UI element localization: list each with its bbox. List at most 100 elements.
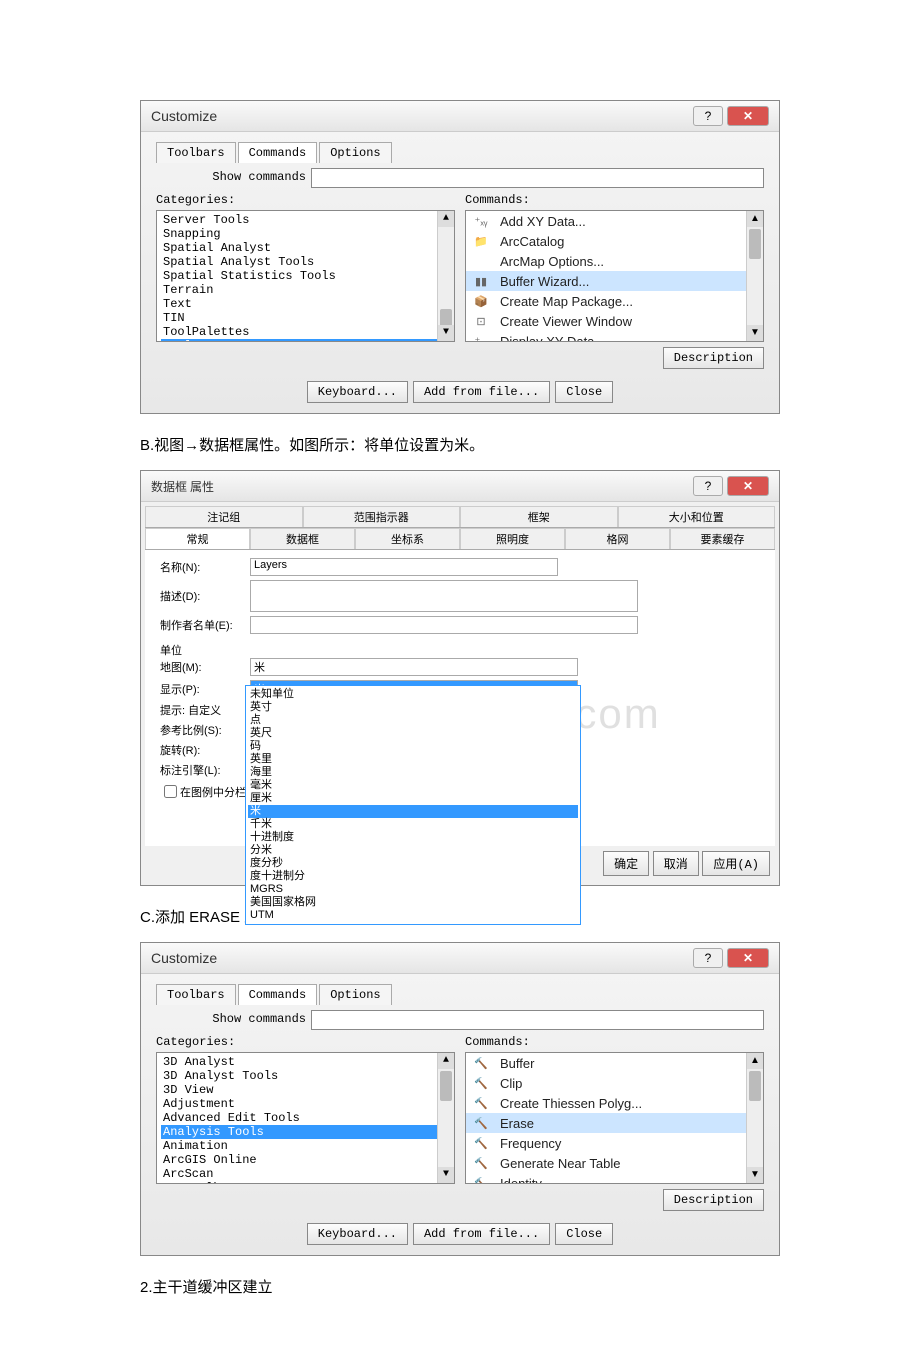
close-icon[interactable]: ✕ [727, 106, 769, 126]
cancel-button[interactable]: 取消 [653, 851, 699, 876]
help-icon[interactable]: ? [693, 948, 723, 968]
add-from-file-button[interactable]: Add from file... [413, 1223, 550, 1245]
dd-item[interactable]: 码 [248, 740, 578, 753]
list-item[interactable]: Adjustment [161, 1097, 450, 1111]
list-item[interactable]: 3D Analyst [161, 1055, 450, 1069]
list-item[interactable]: Text [161, 297, 450, 311]
unit-dropdown[interactable]: 未知单位 英寸 点 英尺 码 英里 海里 毫米 厘米 米 千米 十进制度 分米 … [245, 685, 581, 925]
scroll-up-icon[interactable]: ▲ [438, 1053, 454, 1069]
list-item[interactable]: Advanced Edit Tools [161, 1111, 450, 1125]
categories-list[interactable]: 3D Analyst 3D Analyst Tools 3D View Adju… [156, 1052, 455, 1184]
close-icon[interactable]: ✕ [727, 948, 769, 968]
scroll-down-icon[interactable]: ▼ [438, 325, 454, 341]
tab-toolbars[interactable]: Toolbars [156, 142, 236, 163]
credits-input[interactable] [250, 616, 638, 634]
tab[interactable]: 数据框 [250, 528, 355, 549]
dd-item[interactable]: 度分秒 [248, 857, 578, 870]
name-input[interactable]: Layers [250, 558, 558, 576]
legend-checkbox[interactable] [164, 785, 177, 798]
tab-commands[interactable]: Commands [238, 142, 318, 163]
dd-item[interactable]: 海里 [248, 766, 578, 779]
tab[interactable]: 照明度 [460, 528, 565, 549]
scroll-down-icon[interactable]: ▼ [747, 1167, 763, 1183]
list-item[interactable]: Spatial Analyst [161, 241, 450, 255]
dd-item[interactable]: 米 [248, 805, 578, 818]
ok-button[interactable]: 确定 [603, 851, 649, 876]
tab-general[interactable]: 常规 [145, 528, 250, 549]
scroll-up-icon[interactable]: ▲ [438, 211, 454, 227]
help-icon[interactable]: ? [693, 106, 723, 126]
list-item[interactable]: Server Tools [161, 213, 450, 227]
list-item[interactable]: ArcScan [161, 1167, 450, 1181]
tab-options[interactable]: Options [319, 984, 391, 1005]
tab[interactable]: 注记组 [145, 506, 303, 527]
list-item[interactable]: Tools [161, 339, 450, 342]
tab-toolbars[interactable]: Toolbars [156, 984, 236, 1005]
list-item[interactable]: Spatial Statistics Tools [161, 269, 450, 283]
scroll-down-icon[interactable]: ▼ [438, 1167, 454, 1183]
tab[interactable]: 范围指示器 [303, 506, 461, 527]
tab[interactable]: 大小和位置 [618, 506, 776, 527]
list-item[interactable]: 3D View [161, 1083, 450, 1097]
tab[interactable]: 要素缓存 [670, 528, 775, 549]
dd-item[interactable]: 厘米 [248, 792, 578, 805]
dd-item[interactable]: UTM [248, 909, 578, 922]
dd-item[interactable]: 英寸 [248, 701, 578, 714]
tab[interactable]: 坐标系 [355, 528, 460, 549]
dd-item[interactable]: 点 [248, 714, 578, 727]
dd-item[interactable]: 英里 [248, 753, 578, 766]
scroll-up-icon[interactable]: ▲ [747, 1053, 763, 1069]
keyboard-button[interactable]: Keyboard... [307, 1223, 408, 1245]
categories-list[interactable]: Server Tools Snapping Spatial Analyst Sp… [156, 210, 455, 342]
commands-list[interactable]: 🔨Buffer 🔨Clip 🔨Create Thiessen Polyg... … [465, 1052, 764, 1184]
tab[interactable]: 格网 [565, 528, 670, 549]
dd-item[interactable]: 十进制度 [248, 831, 578, 844]
apply-button[interactable]: 应用(A) [702, 851, 770, 876]
list-item[interactable]: ArcToolbox [161, 1181, 450, 1184]
scroll-thumb[interactable] [749, 229, 761, 259]
scroll-down-icon[interactable]: ▼ [747, 325, 763, 341]
dd-item[interactable]: 千米 [248, 818, 578, 831]
commands-list[interactable]: ⁺ₓᵧAdd XY Data... 📁ArcCatalog ArcMap Opt… [465, 210, 764, 342]
dd-item[interactable]: 分米 [248, 844, 578, 857]
list-item[interactable]: Analysis Tools [161, 1125, 450, 1139]
close-icon[interactable]: ✕ [727, 476, 769, 496]
scroll-thumb[interactable] [440, 1071, 452, 1101]
dd-item[interactable]: 毫米 [248, 779, 578, 792]
dd-item[interactable]: 未知单位 [248, 688, 578, 701]
list-item[interactable]: TIN [161, 311, 450, 325]
search-input[interactable] [311, 1010, 764, 1030]
list-item[interactable]: ToolPalettes [161, 325, 450, 339]
close-button[interactable]: Close [555, 381, 613, 403]
description-button[interactable]: Description [663, 1189, 764, 1211]
add-from-file-button[interactable]: Add from file... [413, 381, 550, 403]
scroll-thumb[interactable] [749, 1071, 761, 1101]
scrollbar[interactable]: ▲ ▼ [746, 211, 763, 341]
list-item[interactable]: Spatial Analyst Tools [161, 255, 450, 269]
scrollbar[interactable]: ▲ ▼ [437, 1053, 454, 1183]
dd-item[interactable]: MGRS [248, 883, 578, 896]
keyboard-button[interactable]: Keyboard... [307, 381, 408, 403]
scroll-up-icon[interactable]: ▲ [747, 211, 763, 227]
help-icon[interactable]: ? [693, 476, 723, 496]
dd-item[interactable]: 美国国家格网 [248, 896, 578, 909]
cmd-item: 🔨Buffer [466, 1053, 763, 1073]
scrollbar[interactable]: ▲ ▼ [746, 1053, 763, 1183]
list-item[interactable]: 3D Analyst Tools [161, 1069, 450, 1083]
list-item[interactable]: ArcGIS Online [161, 1153, 450, 1167]
text-b: B.视图→数据框属性。如图所示：将单位设置为米。 [140, 434, 780, 455]
tab-options[interactable]: Options [319, 142, 391, 163]
map-unit-select[interactable]: 米 [250, 658, 578, 676]
dd-item[interactable]: 英尺 [248, 727, 578, 740]
tab[interactable]: 框架 [460, 506, 618, 527]
scrollbar[interactable]: ▲ ▼ [437, 211, 454, 341]
close-button[interactable]: Close [555, 1223, 613, 1245]
tab-commands[interactable]: Commands [238, 984, 318, 1005]
description-button[interactable]: Description [663, 347, 764, 369]
dd-item[interactable]: 度十进制分 [248, 870, 578, 883]
desc-input[interactable] [250, 580, 638, 612]
list-item[interactable]: Terrain [161, 283, 450, 297]
search-input[interactable] [311, 168, 764, 188]
list-item[interactable]: Snapping [161, 227, 450, 241]
list-item[interactable]: Animation [161, 1139, 450, 1153]
